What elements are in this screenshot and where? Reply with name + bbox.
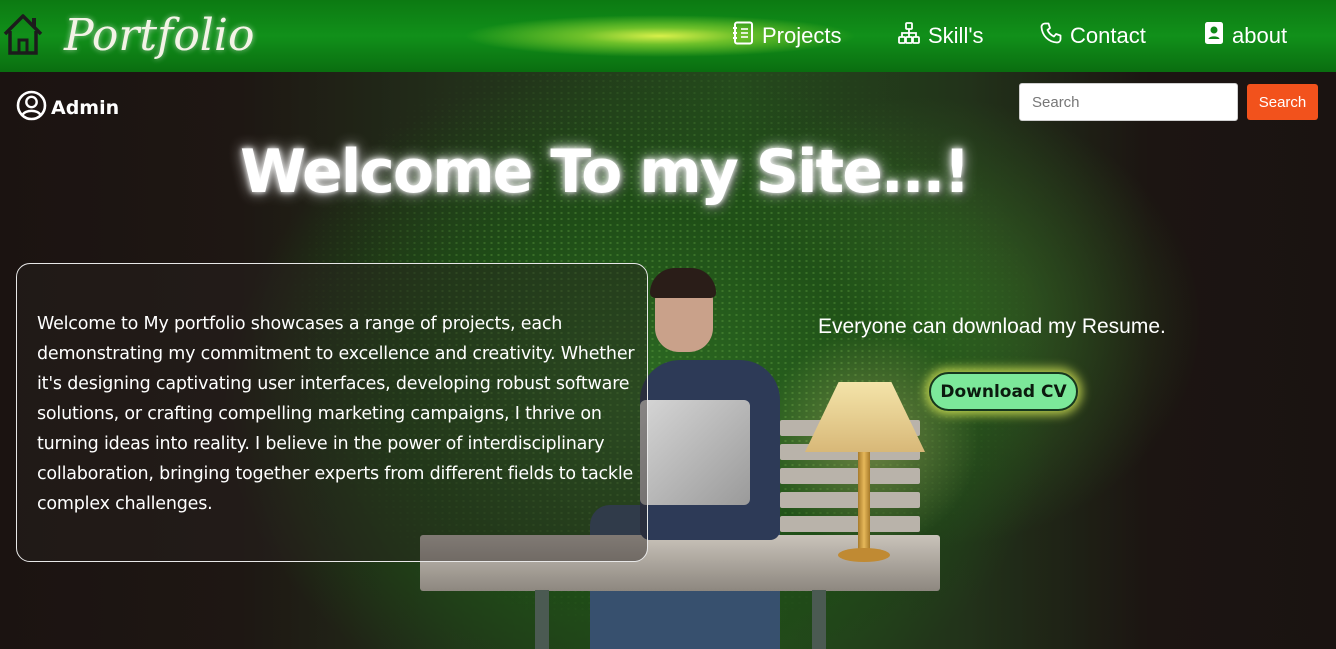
nav-projects[interactable]: Projects [732,18,841,54]
admin-label: Admin [51,97,120,119]
notebook-icon [732,21,762,51]
search-input[interactable] [1019,83,1238,121]
nav-skills-label: Skill's [928,23,984,48]
nav-skills[interactable]: Skill's [898,18,984,54]
header-navbar: Portfolio Projects Skill's Contact about [0,0,1336,72]
intro-card: Welcome to My portfolio showcases a rang… [16,263,648,562]
user-circle-icon [16,90,51,126]
brand-logo[interactable]: Portfolio [64,6,254,66]
sitemap-icon [898,22,928,50]
search-button[interactable]: Search [1247,84,1318,120]
admin-link[interactable]: Admin [16,90,119,126]
bench-leg [812,590,826,649]
lamp-base [838,548,890,562]
resume-text: Everyone can download my Resume. [818,315,1166,338]
home-icon[interactable] [2,12,44,56]
download-cv-button[interactable]: Download CV [929,372,1078,411]
laptop [640,400,750,505]
nav-about[interactable]: about [1204,18,1287,54]
nav-about-label: about [1232,23,1288,48]
man-hair [650,268,716,298]
contact-card-icon [1204,21,1232,51]
nav-contact[interactable]: Contact [1040,18,1146,54]
page: Portfolio Projects Skill's Contact about… [0,0,1336,649]
bench-leg [535,590,549,649]
lamp-pole [858,452,870,552]
intro-text: Welcome to My portfolio showcases a rang… [37,314,635,514]
welcome-heading: Welcome To my Site...! [240,137,971,207]
nav-contact-label: Contact [1070,23,1146,48]
nav-projects-label: Projects [762,23,842,48]
phone-icon [1040,22,1070,50]
